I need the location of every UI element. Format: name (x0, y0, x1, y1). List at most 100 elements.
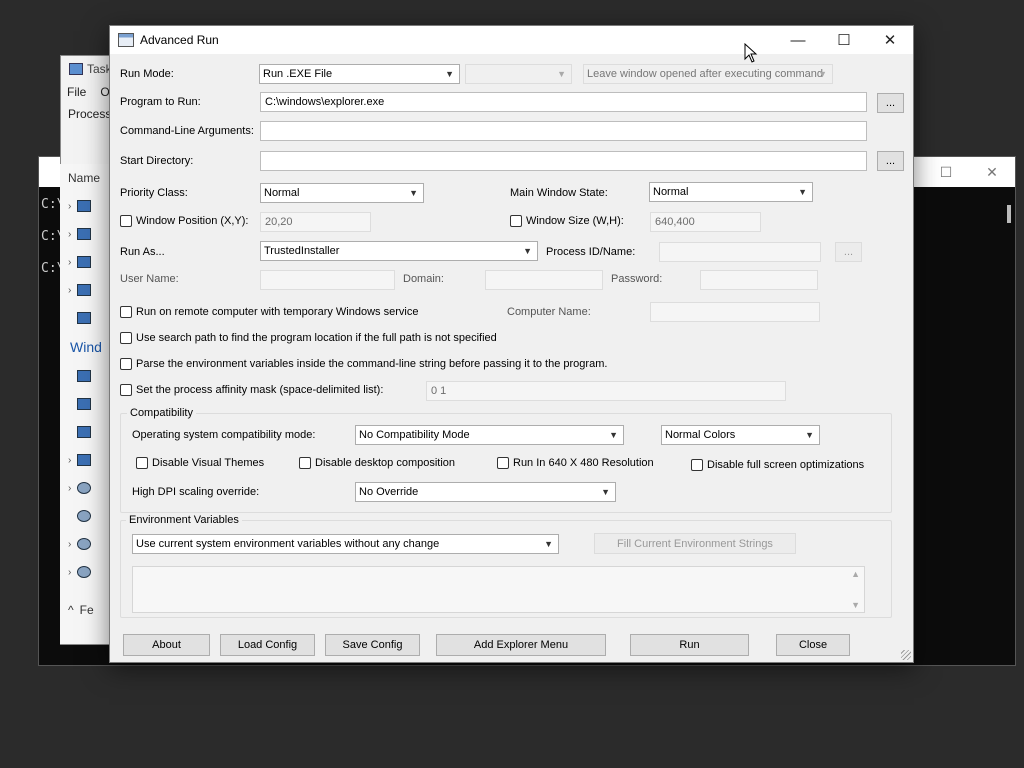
chevron-down-icon: ▼ (609, 430, 618, 440)
main-window-state-select[interactable]: Normal ▼ (649, 182, 813, 202)
run-mode-select[interactable]: Run .EXE File ▼ (259, 64, 460, 84)
computer-name-input[interactable] (650, 302, 820, 322)
chevron-down-icon: ▼ (601, 487, 610, 497)
fill-env-strings-button[interactable]: Fill Current Environment Strings (594, 533, 796, 554)
app-icon (76, 398, 91, 410)
resize-grip[interactable] (901, 650, 911, 660)
list-item[interactable]: › (60, 192, 110, 220)
app-icon (76, 426, 91, 438)
about-button[interactable]: About (123, 634, 210, 656)
taskmgr-menu-file[interactable]: File (67, 85, 86, 99)
password-label: Password: (611, 273, 663, 285)
window-size-input[interactable]: 640,400 (650, 212, 761, 232)
app-icon (77, 284, 92, 296)
window-position-checkbox[interactable]: Window Position (X,Y): (120, 215, 248, 227)
run-mode-label: Run Mode: (120, 68, 174, 80)
list-item[interactable] (60, 390, 110, 418)
advanced-run-dialog: Advanced Run — ☐ ✕ Run Mode: Run .EXE Fi… (109, 25, 914, 663)
window-position-input[interactable]: 20,20 (260, 212, 371, 232)
chevron-down-icon: ▼ (557, 69, 566, 79)
list-item[interactable] (60, 502, 110, 530)
colors-select[interactable]: Normal Colors ▼ (661, 425, 820, 445)
chevron-down-icon: ▼ (805, 430, 814, 440)
save-config-button[interactable]: Save Config (325, 634, 420, 656)
list-item[interactable] (60, 304, 110, 332)
list-item[interactable]: › (60, 248, 110, 276)
maximize-button[interactable]: ☐ (821, 26, 867, 54)
app-icon (76, 370, 91, 382)
run-as-select[interactable]: TrustedInstaller ▼ (260, 241, 538, 261)
args-input[interactable] (260, 121, 867, 141)
remote-computer-checkbox[interactable]: Run on remote computer with temporary Wi… (120, 306, 418, 318)
app-icon (76, 312, 91, 324)
list-item[interactable] (60, 362, 110, 390)
cmd-maximize-icon[interactable]: ☐ (923, 164, 969, 181)
taskmgr-section-header: Wind (70, 339, 102, 355)
taskmgr-icon (69, 63, 83, 75)
list-item[interactable] (60, 418, 110, 446)
taskmgr-process-list: Name › › › › Wind › › › › ^ Fe (60, 164, 110, 644)
env-mode-select[interactable]: Use current system environment variables… (132, 534, 559, 554)
run-640x480-checkbox[interactable]: Run In 640 X 480 Resolution (497, 457, 654, 469)
args-label: Command-Line Arguments: (120, 125, 254, 137)
affinity-input[interactable]: 0 1 (426, 381, 786, 401)
process-id-browse-button[interactable]: ... (835, 242, 862, 262)
list-item[interactable]: › (60, 276, 110, 304)
disable-fullscreen-opt-checkbox[interactable]: Disable full screen optimizations (691, 459, 864, 471)
scroll-down-icon[interactable]: ▼ (851, 600, 860, 610)
disable-desktop-composition-checkbox[interactable]: Disable desktop composition (299, 457, 455, 469)
search-path-checkbox[interactable]: Use search path to find the program loca… (120, 332, 497, 344)
window-size-checkbox[interactable]: Window Size (W,H): (510, 215, 624, 227)
start-dir-browse-button[interactable]: ... (877, 151, 904, 171)
disable-visual-themes-checkbox[interactable]: Disable Visual Themes (136, 457, 264, 469)
dpi-override-select[interactable]: No Override ▼ (355, 482, 616, 502)
taskmgr-fewer-details[interactable]: ^ Fe (60, 596, 110, 624)
dpi-override-label: High DPI scaling override: (132, 486, 260, 498)
chevron-up-icon: ^ (68, 603, 74, 617)
list-item[interactable]: › (60, 558, 110, 586)
program-browse-button[interactable]: ... (877, 93, 904, 113)
program-input[interactable]: C:\windows\explorer.exe (260, 92, 867, 112)
close-button[interactable]: Close (776, 634, 850, 656)
app-icon (77, 454, 92, 466)
user-name-input[interactable] (260, 270, 395, 290)
password-input[interactable] (700, 270, 818, 290)
cmd-close-icon[interactable]: ✕ (969, 164, 1015, 181)
cmd-scrollbar[interactable] (1007, 205, 1011, 223)
titlebar: Advanced Run — ☐ ✕ (110, 26, 913, 54)
list-item[interactable]: › (60, 220, 110, 248)
chevron-down-icon: ▼ (818, 69, 827, 79)
start-dir-input[interactable] (260, 151, 867, 171)
os-compat-select[interactable]: No Compatibility Mode ▼ (355, 425, 624, 445)
priority-select[interactable]: Normal ▼ (260, 183, 424, 203)
after-exec-select[interactable]: Leave window opened after executing comm… (583, 64, 833, 84)
close-window-button[interactable]: ✕ (867, 26, 913, 54)
run-mode-sub-select[interactable]: ▼ (465, 64, 572, 84)
taskmgr-name-header[interactable]: Name (60, 164, 110, 192)
process-id-input[interactable] (659, 242, 821, 262)
domain-label: Domain: (403, 273, 444, 285)
scroll-up-icon[interactable]: ▲ (851, 569, 860, 579)
affinity-checkbox[interactable]: Set the process affinity mask (space-del… (120, 384, 383, 396)
list-item[interactable]: › (60, 446, 110, 474)
run-button[interactable]: Run (630, 634, 749, 656)
chevron-down-icon: ▼ (544, 539, 553, 549)
gear-icon (76, 510, 91, 522)
minimize-button[interactable]: — (775, 26, 821, 54)
taskmgr-title: Task (87, 62, 112, 76)
parse-env-checkbox[interactable]: Parse the environment variables inside t… (120, 358, 607, 370)
add-explorer-menu-button[interactable]: Add Explorer Menu (436, 634, 606, 656)
domain-input[interactable] (485, 270, 603, 290)
chevron-down-icon: ▼ (409, 188, 418, 198)
chevron-down-icon: ▼ (445, 69, 454, 79)
computer-name-label: Computer Name: (507, 306, 591, 318)
load-config-button[interactable]: Load Config (220, 634, 315, 656)
list-item[interactable]: › (60, 530, 110, 558)
list-item[interactable]: › (60, 474, 110, 502)
env-strings-textarea[interactable]: ▲ ▼ (132, 566, 865, 613)
run-as-label: Run As... (120, 246, 165, 258)
gear-icon (77, 538, 92, 550)
app-icon (77, 200, 92, 212)
compatibility-title: Compatibility (127, 407, 196, 419)
window-title: Advanced Run (140, 33, 219, 47)
